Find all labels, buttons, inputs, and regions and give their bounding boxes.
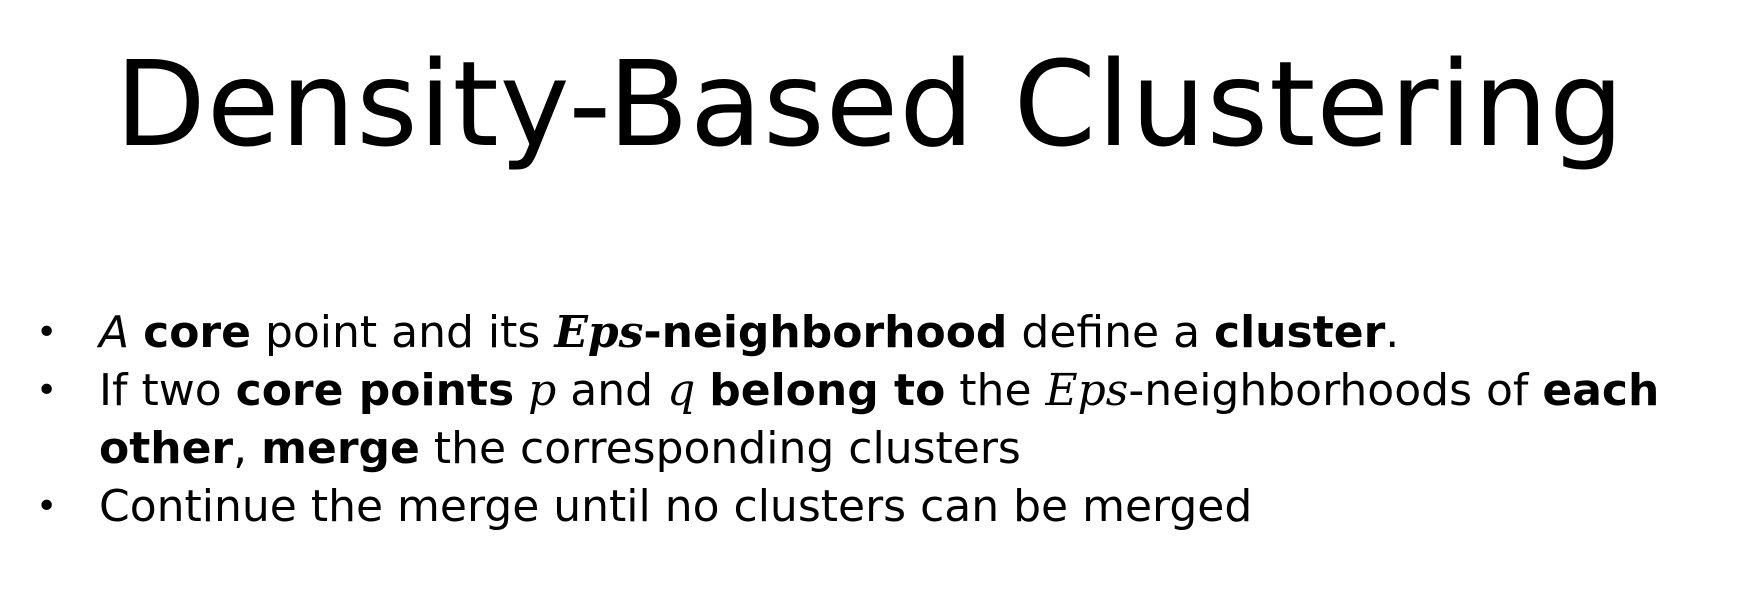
- bullet-dot-icon: •: [36, 370, 58, 411]
- plain-text: [695, 365, 709, 416]
- slide-title: Density-Based Clustering: [115, 35, 1625, 173]
- plain-text: If two: [99, 365, 236, 416]
- plain-text: the: [945, 365, 1046, 416]
- emphasis-text: merge: [261, 423, 420, 474]
- bullet-list: • A core point and its Eps-neighborhood …: [0, 304, 1740, 536]
- emphasis-text: -neighborhood: [643, 307, 1008, 358]
- plain-text: ,: [233, 423, 262, 474]
- emphasis-text: belong to: [709, 365, 946, 416]
- bullet-item-core-cluster: • A core point and its Eps-neighborhood …: [0, 304, 1740, 362]
- bullet-text: If two core points p and q belong to the…: [99, 365, 1659, 474]
- plain-text: Continue the merge until no clusters can…: [99, 481, 1253, 532]
- bullet-text: Continue the merge until no clusters can…: [99, 481, 1252, 532]
- math-symbol: p: [528, 365, 557, 416]
- slide: { "title": "Density-Based Clustering", "…: [0, 0, 1740, 589]
- plain-text: [514, 365, 528, 416]
- emphasis-text: core points: [235, 365, 515, 416]
- bullet-dot-icon: •: [36, 312, 58, 353]
- math-symbol: Eps: [1045, 365, 1129, 416]
- math-symbol: Eps: [554, 307, 644, 358]
- plain-text: the corresponding clusters: [419, 423, 1021, 474]
- bullet-dot-icon: •: [36, 486, 58, 527]
- plain-text: define a: [1007, 307, 1215, 358]
- plain-text: point and its: [250, 307, 555, 358]
- plain-text: and: [556, 365, 668, 416]
- emphasis-text: cluster: [1214, 307, 1386, 358]
- math-symbol: q: [667, 365, 696, 416]
- emphasis-text: core: [143, 307, 251, 358]
- plain-text: -neighborhoods of: [1128, 365, 1543, 416]
- bullet-item-merge-condition: • If two core points p and q belong to t…: [0, 362, 1740, 478]
- italic-text: A: [99, 307, 130, 358]
- plain-text: [129, 307, 143, 358]
- bullet-text: A core point and its Eps-neighborhood de…: [99, 307, 1399, 358]
- bullet-item-continue-merge: • Continue the merge until no clusters c…: [0, 478, 1740, 536]
- plain-text: .: [1385, 307, 1400, 358]
